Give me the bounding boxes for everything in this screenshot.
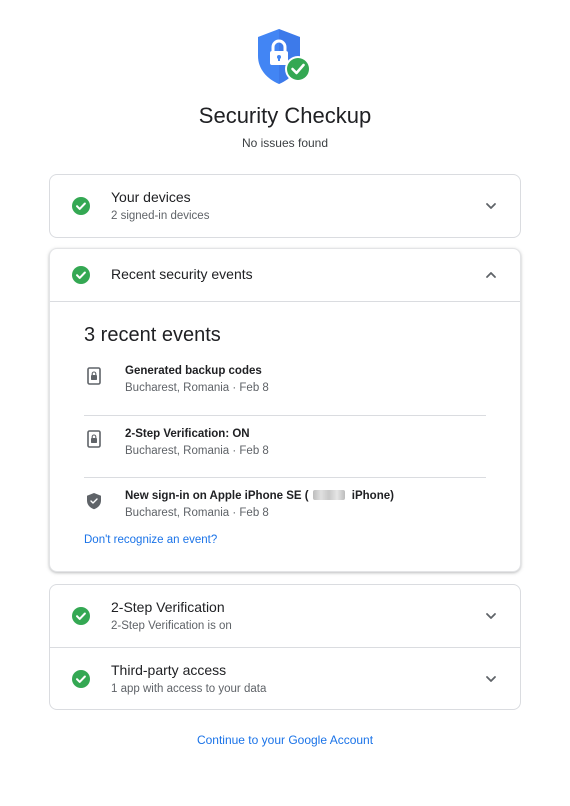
event-title: 2-Step Verification: ON [125, 428, 250, 440]
devices-title: Your devices [111, 189, 191, 205]
events-heading: 3 recent events [84, 324, 221, 346]
event-item[interactable]: New sign-in on Apple iPhone SE ( iPhone)… [84, 477, 486, 539]
event-subtitle: Bucharest, Romania · Feb 8 [125, 507, 269, 519]
event-item[interactable]: Generated backup codes Bucharest, Romani… [84, 353, 486, 415]
recent-events-section-header[interactable]: Recent security events [50, 249, 520, 302]
third-party-section-header[interactable]: Third-party access 1 app with access to … [50, 647, 520, 709]
events-panel: 3 recent events Generated backup codes B… [50, 302, 520, 570]
two-step-title: 2-Step Verification [111, 599, 225, 615]
event-subtitle: Bucharest, Romania · Feb 8 [125, 382, 269, 394]
shield-lock-check-icon [253, 26, 317, 90]
event-title: New sign-in on Apple iPhone SE ( iPhone) [125, 490, 394, 502]
shield-icon [86, 492, 102, 510]
event-title: Generated backup codes [125, 365, 262, 377]
device-lock-icon [86, 367, 102, 385]
check-circle-icon [72, 607, 90, 625]
devices-section-header[interactable]: Your devices 2 signed-in devices [50, 175, 520, 237]
event-item[interactable]: 2-Step Verification: ON Bucharest, Roman… [84, 415, 486, 477]
recent-events-card: Recent security events 3 recent events G… [49, 248, 521, 572]
page-title: Security Checkup [198, 103, 372, 128]
third-party-subtitle: 1 app with access to your data [111, 683, 267, 695]
security-checkup-header: Security Checkup No issues found [0, 26, 570, 150]
chevron-up-icon[interactable] [484, 268, 498, 282]
third-party-title: Third-party access [111, 662, 227, 678]
two-step-subtitle: 2-Step Verification is on [111, 620, 232, 632]
event-subtitle: Bucharest, Romania · Feb 8 [125, 445, 269, 457]
chevron-down-icon[interactable] [484, 199, 498, 213]
dont-recognize-event-link[interactable]: Don't recognize an event? [84, 534, 217, 546]
page-subtitle: No issues found [241, 136, 329, 150]
devices-card: Your devices 2 signed-in devices [49, 174, 521, 238]
devices-subtitle: 2 signed-in devices [111, 210, 210, 222]
check-circle-icon [72, 197, 90, 215]
check-circle-icon [72, 670, 90, 688]
device-lock-icon [86, 430, 102, 448]
verification-access-card: 2-Step Verification 2-Step Verification … [49, 584, 521, 710]
two-step-section-header[interactable]: 2-Step Verification 2-Step Verification … [50, 585, 520, 647]
chevron-down-icon[interactable] [484, 672, 498, 686]
footer: Continue to your Google Account [0, 733, 570, 747]
redacted-name [312, 490, 345, 500]
continue-to-account-link[interactable]: Continue to your Google Account [197, 733, 373, 747]
check-circle-icon [72, 266, 90, 284]
recent-events-title: Recent security events [111, 266, 253, 282]
chevron-down-icon[interactable] [484, 609, 498, 623]
